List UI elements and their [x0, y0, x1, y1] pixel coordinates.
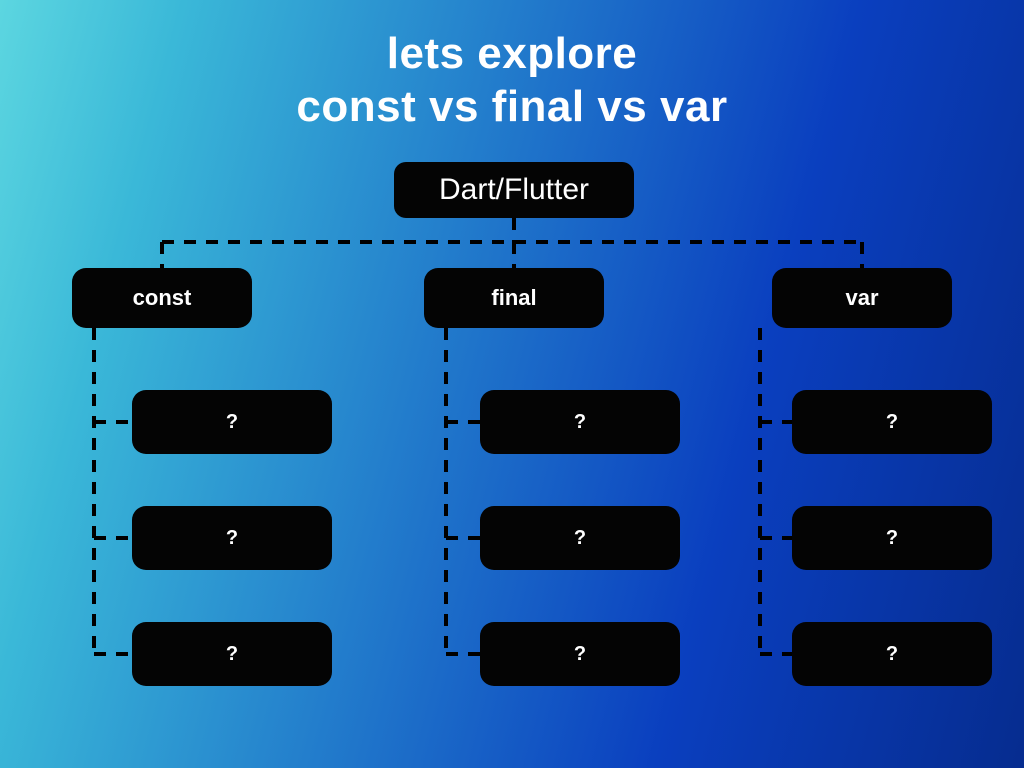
leaf-node: ?: [480, 390, 680, 454]
root-node: Dart/Flutter: [394, 162, 634, 218]
leaf-node: ?: [132, 622, 332, 686]
title-line-1: lets explore: [387, 29, 638, 78]
leaf-label: ?: [226, 527, 238, 550]
leaf-node: ?: [480, 622, 680, 686]
branch-node-const: const: [72, 268, 252, 328]
leaf-node: ?: [792, 506, 992, 570]
leaf-label: ?: [574, 527, 586, 550]
branch-label: const: [133, 285, 192, 311]
leaf-label: ?: [574, 411, 586, 434]
leaf-node: ?: [480, 506, 680, 570]
title-line-2: const vs final vs var: [296, 82, 727, 131]
leaf-label: ?: [886, 411, 898, 434]
branch-label: final: [491, 285, 536, 311]
diagram-title: lets explore const vs final vs var: [0, 0, 1024, 134]
branch-node-var: var: [772, 268, 952, 328]
leaf-label: ?: [886, 527, 898, 550]
root-node-label: Dart/Flutter: [439, 173, 589, 207]
leaf-node: ?: [792, 622, 992, 686]
leaf-label: ?: [226, 643, 238, 666]
branch-node-final: final: [424, 268, 604, 328]
leaf-node: ?: [132, 390, 332, 454]
leaf-label: ?: [574, 643, 586, 666]
leaf-label: ?: [886, 643, 898, 666]
branch-label: var: [845, 285, 878, 311]
diagram-canvas: lets explore const vs final vs var Dart/…: [0, 0, 1024, 768]
leaf-label: ?: [226, 411, 238, 434]
leaf-node: ?: [792, 390, 992, 454]
leaf-node: ?: [132, 506, 332, 570]
